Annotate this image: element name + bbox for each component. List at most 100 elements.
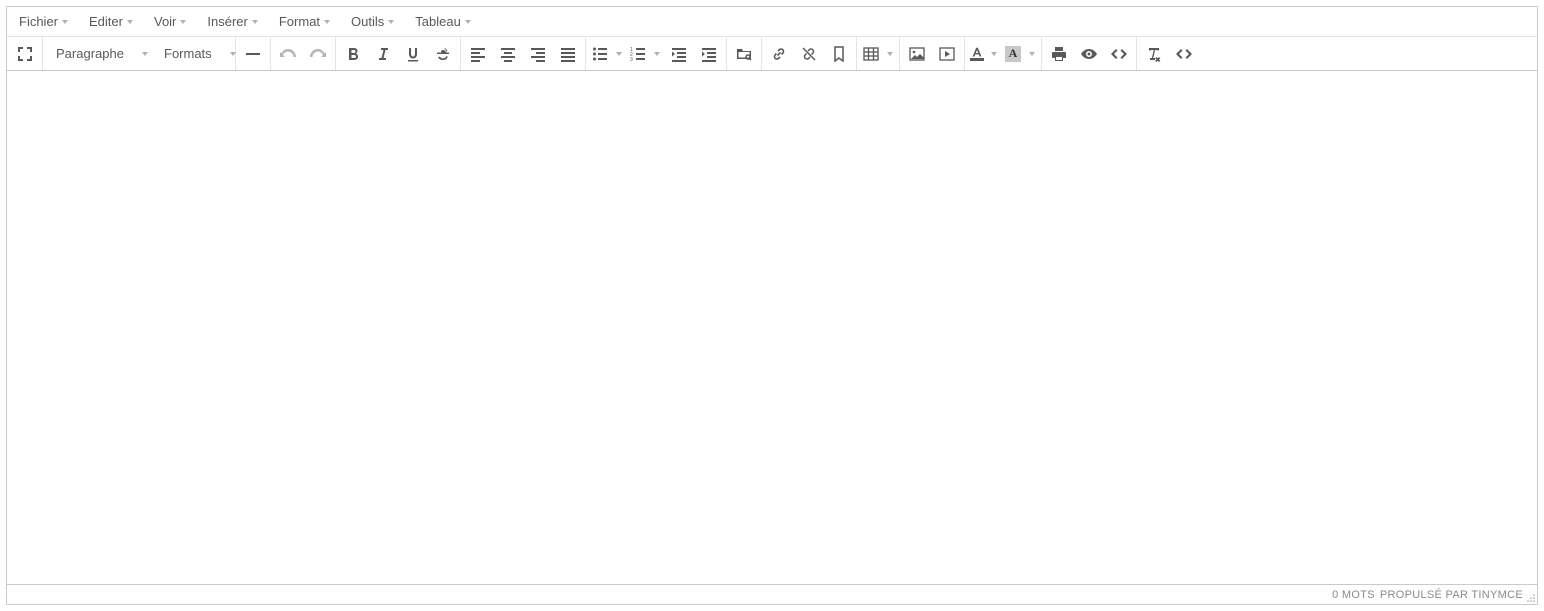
align-justify-icon (560, 46, 576, 62)
image-button[interactable] (902, 39, 932, 69)
clear-format-icon (1146, 46, 1162, 62)
word-count-label[interactable]: 0 MOTS (1332, 589, 1375, 601)
print-icon (1051, 46, 1067, 62)
image-icon (909, 46, 925, 62)
numbered-list-icon: 123 (630, 46, 646, 62)
indent-icon (701, 46, 717, 62)
chevron-down-icon (616, 52, 622, 56)
menu-table[interactable]: Tableau (404, 8, 481, 36)
table-more-button[interactable] (883, 39, 897, 69)
text-color-more-button[interactable] (987, 39, 1001, 69)
fullscreen-icon (17, 46, 33, 62)
statusbar: 0 MOTS PROPULSÉ PAR TINYMCE (7, 584, 1537, 604)
anchor-button[interactable] (824, 39, 854, 69)
toolbar: Paragraphe Formats (7, 37, 1537, 71)
outdent-icon (671, 46, 687, 62)
align-justify-button[interactable] (553, 39, 583, 69)
chevron-down-icon (991, 52, 997, 56)
redo-icon (310, 46, 326, 62)
text-color-swatch (970, 58, 984, 61)
styles-format-label: Formats (164, 46, 212, 61)
code-icon (1111, 46, 1127, 62)
resize-grip-icon[interactable] (1526, 593, 1536, 603)
align-right-icon (530, 46, 546, 62)
strikethrough-button[interactable] (428, 39, 458, 69)
menu-table-label: Tableau (415, 14, 461, 29)
hr-button[interactable] (238, 39, 268, 69)
table-icon (863, 46, 879, 62)
italic-button[interactable] (368, 39, 398, 69)
menu-edit[interactable]: Editer (78, 8, 143, 36)
chevron-down-icon (1029, 52, 1035, 56)
redo-button[interactable] (303, 39, 333, 69)
underline-icon (405, 46, 421, 62)
numbered-list-more-button[interactable] (650, 39, 664, 69)
chevron-down-icon (887, 52, 893, 56)
link-button[interactable] (764, 39, 794, 69)
menu-tools[interactable]: Outils (340, 8, 404, 36)
align-right-button[interactable] (523, 39, 553, 69)
text-color-button[interactable] (967, 39, 987, 69)
menu-insert[interactable]: Insérer (196, 8, 267, 36)
outdent-button[interactable] (664, 39, 694, 69)
indent-button[interactable] (694, 39, 724, 69)
menu-format[interactable]: Format (268, 8, 340, 36)
align-left-icon (470, 46, 486, 62)
block-format-label: Paragraphe (56, 46, 124, 61)
bullet-list-more-button[interactable] (612, 39, 626, 69)
menu-view[interactable]: Voir (143, 8, 196, 36)
horizontal-rule-icon (245, 46, 261, 62)
link-icon (771, 46, 787, 62)
chevron-down-icon (230, 52, 236, 56)
print-button[interactable] (1044, 39, 1074, 69)
align-center-button[interactable] (493, 39, 523, 69)
eye-icon (1081, 46, 1097, 62)
menu-insert-label: Insérer (207, 14, 247, 29)
chevron-down-icon (465, 20, 471, 24)
menu-view-label: Voir (154, 14, 176, 29)
menu-file[interactable]: Fichier (8, 8, 78, 36)
branding-label[interactable]: PROPULSÉ PAR TINYMCE (1380, 589, 1523, 601)
chevron-down-icon (324, 20, 330, 24)
template-button[interactable] (1169, 39, 1199, 69)
chevron-down-icon (180, 20, 186, 24)
italic-icon (375, 46, 391, 62)
chevron-down-icon (62, 20, 68, 24)
bold-icon (345, 46, 361, 62)
undo-button[interactable] (273, 39, 303, 69)
background-color-icon: A (1005, 46, 1021, 62)
menu-file-label: Fichier (19, 14, 58, 29)
chevron-down-icon (388, 20, 394, 24)
align-left-button[interactable] (463, 39, 493, 69)
underline-button[interactable] (398, 39, 428, 69)
bold-button[interactable] (338, 39, 368, 69)
numbered-list-button[interactable]: 123 (626, 39, 650, 69)
bullet-list-icon (592, 46, 608, 62)
bullet-list-button[interactable] (588, 39, 612, 69)
background-color-button[interactable]: A (1001, 39, 1025, 69)
chevron-down-icon (252, 20, 258, 24)
unlink-button[interactable] (794, 39, 824, 69)
strikethrough-icon (435, 46, 451, 62)
clear-formatting-button[interactable] (1139, 39, 1169, 69)
folder-search-icon (736, 46, 752, 62)
block-format-select[interactable]: Paragraphe (45, 40, 153, 68)
image-manager-button[interactable] (729, 39, 759, 69)
bookmark-icon (831, 46, 847, 62)
editor-content-area[interactable] (7, 71, 1537, 584)
menu-format-label: Format (279, 14, 320, 29)
styles-format-select[interactable]: Formats (153, 40, 233, 68)
chevron-down-icon (142, 52, 148, 56)
chevron-down-icon (654, 52, 660, 56)
media-button[interactable] (932, 39, 962, 69)
align-center-icon (500, 46, 516, 62)
preview-button[interactable] (1074, 39, 1104, 69)
code-button[interactable] (1104, 39, 1134, 69)
background-color-more-button[interactable] (1025, 39, 1039, 69)
unlink-icon (801, 46, 817, 62)
fullscreen-button[interactable] (10, 39, 40, 69)
editor-container: Fichier Editer Voir Insérer Format Outil… (6, 6, 1538, 605)
table-button[interactable] (859, 39, 883, 69)
menu-tools-label: Outils (351, 14, 384, 29)
menu-edit-label: Editer (89, 14, 123, 29)
